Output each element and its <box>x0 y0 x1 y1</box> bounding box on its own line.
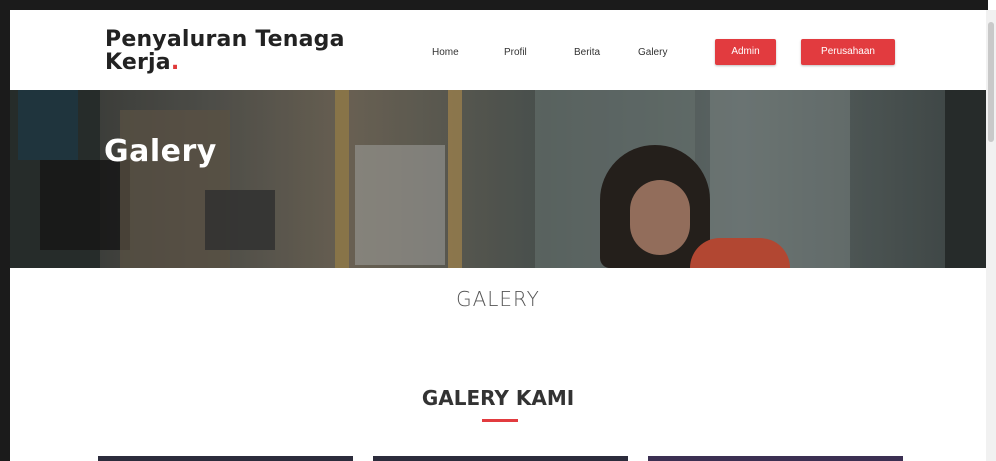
nav-home[interactable]: Home <box>432 47 459 58</box>
heading-underline <box>482 419 518 422</box>
hero-title: Galery <box>104 134 217 169</box>
perusahaan-button[interactable]: Perusahaan <box>801 39 895 65</box>
hero-banner: Galery <box>10 90 986 268</box>
nav-profil[interactable]: Profil <box>504 47 527 58</box>
gallery-thumb[interactable] <box>648 456 903 461</box>
nav-berita[interactable]: Berita <box>574 47 600 58</box>
gallery-thumb[interactable] <box>98 456 353 461</box>
site-header: Penyaluran Tenaga Kerja. Home Profil Ber… <box>10 10 986 90</box>
page-section-label: GALERY <box>456 287 540 311</box>
window-frame-top <box>8 0 988 10</box>
scrollbar-thumb[interactable] <box>988 22 994 142</box>
hero-overlay <box>10 90 986 268</box>
nav-galery[interactable]: Galery <box>638 47 667 58</box>
gallery-thumb[interactable] <box>373 456 628 461</box>
galery-heading: GALERY KAMI <box>421 386 575 410</box>
main-nav: Home Profil Berita Galery Admin Perusaha… <box>10 10 986 90</box>
admin-button[interactable]: Admin <box>715 39 776 65</box>
